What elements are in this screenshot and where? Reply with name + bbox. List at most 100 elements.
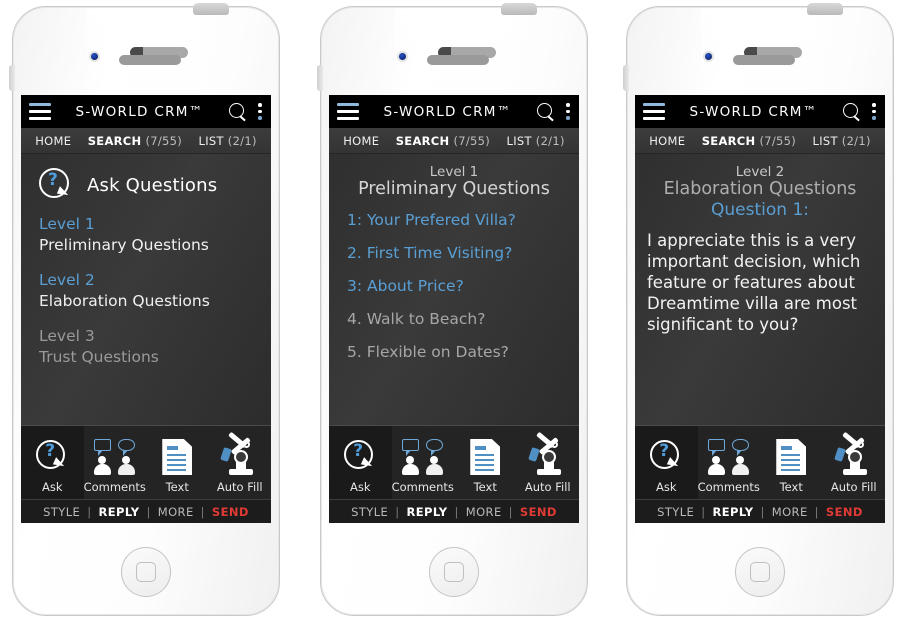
phone-1-screen: S-WORLD CRM™ HOME SEARCH (7/55) LIST (2/… (21, 95, 271, 523)
front-camera-icon (89, 51, 100, 62)
toolbar-label-auto-fill: Auto Fill (216, 480, 263, 494)
separator: | (814, 504, 819, 519)
hamburger-icon[interactable] (643, 103, 665, 120)
nav-item-search[interactable]: SEARCH (7/55) (702, 134, 796, 148)
toolbar: ? Ask Comments Text Auto Fill (329, 425, 579, 499)
toolbar-label-text: Text (473, 480, 497, 494)
text-document-icon (470, 437, 501, 477)
nav-search-label: SEARCH (395, 133, 450, 148)
phone-2: S-WORLD CRM™ HOME SEARCH (7/55) LIST (2/… (317, 3, 588, 616)
app-title: S-WORLD CRM™ (383, 103, 512, 120)
search-icon[interactable] (228, 102, 248, 122)
ask-question-icon: ? (648, 437, 684, 477)
level-item-3[interactable]: Level 3 Trust Questions (39, 326, 261, 368)
status-reply[interactable]: REPLY (98, 505, 139, 519)
power-button[interactable] (193, 3, 229, 15)
status-send[interactable]: SEND (520, 505, 557, 519)
status-bar: STYLE | REPLY | MORE | SEND (635, 499, 885, 523)
status-send[interactable]: SEND (212, 505, 249, 519)
kebab-menu-icon[interactable] (872, 103, 877, 120)
section-header: Level 2 Elaboration Questions (645, 164, 875, 199)
toolbar-button-auto-fill[interactable]: Auto Fill (823, 426, 886, 499)
status-bar: STYLE | REPLY | MORE | SEND (329, 499, 579, 523)
home-button[interactable] (121, 547, 171, 597)
toolbar-label-comments: Comments (83, 480, 146, 494)
hamburger-icon[interactable] (29, 103, 51, 120)
nav-home-label: HOME (343, 133, 380, 148)
toolbar-button-ask[interactable]: ? Ask (21, 426, 84, 499)
list-item[interactable]: 3: About Price? (347, 277, 569, 295)
nav-item-list[interactable]: LIST (2/1) (812, 134, 870, 148)
toolbar-button-auto-fill[interactable]: Auto Fill (517, 426, 580, 499)
list-item[interactable]: 5. Flexible on Dates? (347, 343, 569, 361)
home-button[interactable] (735, 547, 785, 597)
kebab-menu-icon[interactable] (566, 103, 571, 120)
level-label: Level 2 (735, 164, 785, 180)
front-camera-icon (703, 51, 714, 62)
nav-item-home[interactable]: HOME (35, 134, 71, 148)
comments-icon (706, 437, 752, 477)
volume-button[interactable] (9, 65, 15, 91)
toolbar-button-text[interactable]: Text (760, 426, 823, 499)
status-reply[interactable]: REPLY (712, 505, 753, 519)
status-more[interactable]: MORE (158, 505, 194, 519)
level-3-label: Level 3 (39, 326, 95, 345)
toolbar-button-ask[interactable]: ? Ask (635, 426, 698, 499)
nav-item-home[interactable]: HOME (649, 134, 685, 148)
search-icon[interactable] (536, 102, 556, 122)
section-title: Preliminary Questions (358, 179, 550, 199)
hamburger-icon[interactable] (337, 103, 359, 120)
status-more[interactable]: MORE (772, 505, 808, 519)
nav-item-list[interactable]: LIST (2/1) (506, 134, 564, 148)
nav-item-search[interactable]: SEARCH (7/55) (396, 134, 490, 148)
toolbar-button-ask[interactable]: ? Ask (329, 426, 392, 499)
question-list: 1: Your Prefered Villa? 2. First Time Vi… (347, 211, 569, 361)
robot-arm-icon (527, 431, 567, 477)
toolbar-button-comments[interactable]: Comments (392, 426, 455, 499)
power-button[interactable] (501, 3, 537, 15)
separator: | (87, 504, 92, 519)
status-send[interactable]: SEND (826, 505, 863, 519)
status-style[interactable]: STYLE (657, 505, 694, 519)
toolbar-button-text[interactable]: Text (454, 426, 517, 499)
nav-bar: HOME SEARCH (7/55) LIST (2/1) (21, 128, 271, 154)
toolbar-button-comments[interactable]: Comments (84, 426, 147, 499)
status-style[interactable]: STYLE (43, 505, 80, 519)
status-style[interactable]: STYLE (351, 505, 388, 519)
home-button[interactable] (429, 547, 479, 597)
kebab-menu-icon[interactable] (258, 103, 263, 120)
separator: | (146, 504, 151, 519)
status-bar: STYLE | REPLY | MORE | SEND (21, 499, 271, 523)
power-button[interactable] (807, 3, 843, 15)
nav-item-home[interactable]: HOME (343, 134, 379, 148)
nav-item-search[interactable]: SEARCH (7/55) (88, 134, 182, 148)
search-icon[interactable] (842, 102, 862, 122)
separator: | (760, 504, 765, 519)
nav-item-list[interactable]: LIST (2/1) (198, 134, 256, 148)
app-title: S-WORLD CRM™ (689, 103, 818, 120)
robot-arm-icon (833, 431, 873, 477)
separator: | (454, 504, 459, 519)
level-2-label: Level 2 (39, 270, 95, 289)
status-more[interactable]: MORE (466, 505, 502, 519)
nav-list-count: (2/1) (535, 133, 565, 148)
app-bar: S-WORLD CRM™ (329, 95, 579, 128)
comments-icon (92, 437, 138, 477)
status-reply[interactable]: REPLY (406, 505, 447, 519)
volume-button[interactable] (317, 65, 323, 91)
question-number: Question 1: (711, 200, 809, 220)
list-item[interactable]: 4. Walk to Beach? (347, 310, 569, 328)
nav-home-label: HOME (35, 133, 72, 148)
level-item-2[interactable]: Level 2 Elaboration Questions (39, 270, 261, 312)
nav-list-count: (2/1) (841, 133, 871, 148)
separator: | (395, 504, 400, 519)
level-item-1[interactable]: Level 1 Preliminary Questions (39, 214, 261, 256)
list-item[interactable]: 2. First Time Visiting? (347, 244, 569, 262)
volume-button[interactable] (623, 65, 629, 91)
toolbar-button-text[interactable]: Text (146, 426, 209, 499)
toolbar-label-text: Text (779, 480, 803, 494)
level-1-label: Level 1 (39, 215, 95, 233)
list-item[interactable]: 1: Your Prefered Villa? (347, 211, 569, 229)
toolbar-button-comments[interactable]: Comments (698, 426, 761, 499)
toolbar-button-auto-fill[interactable]: Auto Fill (209, 426, 272, 499)
